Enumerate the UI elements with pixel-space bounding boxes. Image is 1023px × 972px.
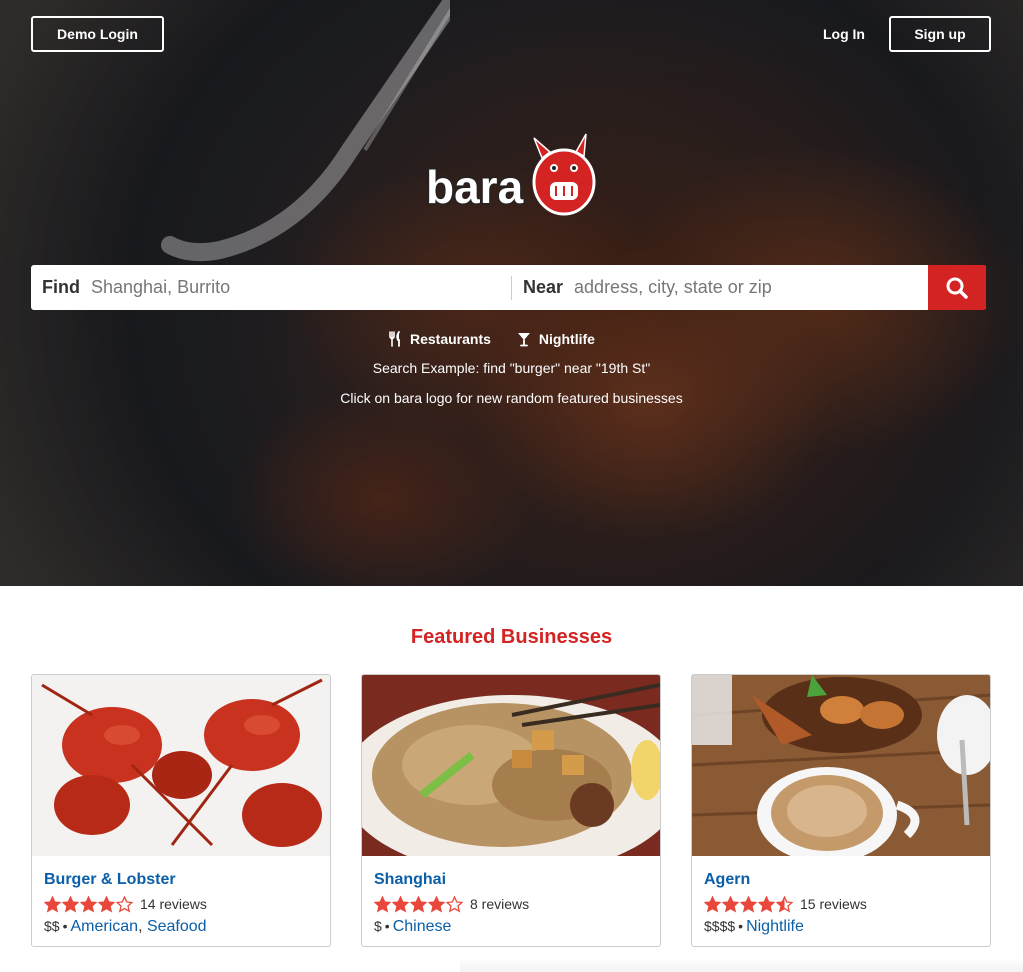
near-input[interactable]: [574, 277, 905, 298]
star-rating: [704, 895, 793, 913]
star-icon: [704, 895, 721, 912]
price-level: $$$$: [704, 918, 736, 934]
star-icon: [428, 895, 445, 912]
log-in-link[interactable]: Log In: [812, 16, 876, 52]
hero-banner: Demo Login Log In Sign up bara Find Near: [0, 0, 1023, 586]
star-icon: [116, 895, 133, 912]
star-icon: [80, 895, 97, 912]
category-link[interactable]: Nightlife: [746, 918, 804, 935]
featured-title: Featured Businesses: [410, 626, 613, 648]
search-bar: Find Near: [31, 265, 986, 310]
cow-mascot-icon: [532, 133, 596, 216]
category-link[interactable]: Chinese: [393, 918, 452, 935]
price-level: $$: [44, 918, 60, 934]
business-card[interactable]: Shanghai 8 reviews $ • Chinese: [361, 674, 661, 947]
star-icon: [44, 895, 61, 912]
star-rating: [374, 895, 463, 913]
business-meta: $$$$ • Nightlife: [704, 918, 804, 935]
search-button[interactable]: [928, 265, 986, 310]
search-example-hint: Search Example: find "burger" near "19th…: [372, 360, 651, 376]
review-count: 14 reviews: [140, 896, 207, 912]
search-icon: [946, 277, 968, 299]
demo-login-button[interactable]: Demo Login: [31, 16, 164, 52]
star-icon: [98, 895, 115, 912]
business-card[interactable]: Agern 15 reviews $$$$ • Nightlife: [691, 674, 991, 947]
business-card[interactable]: Burger & Lobster 14 reviews $$ • American,…: [31, 674, 331, 947]
rating-row: 8 reviews: [374, 894, 648, 914]
cocktail-icon: [517, 333, 530, 347]
category-nightlife[interactable]: Nightlife: [517, 328, 595, 350]
find-input[interactable]: [91, 277, 451, 298]
star-icon: [410, 895, 427, 912]
star-rating: [44, 895, 133, 913]
coffee-photo[interactable]: [692, 675, 990, 856]
star-icon: [758, 895, 775, 912]
logo-tip-hint: Click on bara logo for new random featur…: [340, 390, 683, 406]
category-links: Restaurants Nightlife: [388, 328, 648, 350]
category-label: Restaurants: [410, 331, 491, 347]
review-count: 15 reviews: [800, 896, 867, 912]
near-label: Near: [523, 277, 564, 297]
category-link[interactable]: Seafood: [147, 918, 207, 935]
find-segment: Find: [31, 265, 511, 310]
business-meta: $$ • American, Seafood: [44, 918, 207, 935]
business-name[interactable]: Agern: [704, 871, 978, 891]
star-icon: [392, 895, 409, 912]
find-label: Find: [42, 277, 80, 297]
lobster-photo[interactable]: [32, 675, 330, 856]
logo-text: bara: [426, 161, 524, 213]
star-icon: [740, 895, 757, 912]
business-meta: $ • Chinese: [374, 918, 452, 935]
price-level: $: [374, 918, 382, 934]
star-icon: [722, 895, 739, 912]
bara-logo[interactable]: bara: [424, 130, 600, 216]
business-name[interactable]: Shanghai: [374, 871, 648, 891]
rating-row: 14 reviews: [44, 894, 318, 914]
near-segment: Near: [512, 265, 928, 310]
noodles-photo[interactable]: [362, 675, 660, 856]
star-icon: [776, 895, 793, 912]
star-icon: [446, 895, 463, 912]
category-restaurants[interactable]: Restaurants: [388, 328, 491, 350]
star-icon: [374, 895, 391, 912]
rating-row: 15 reviews: [704, 894, 978, 914]
category-link[interactable]: American: [70, 918, 138, 935]
category-label: Nightlife: [538, 331, 595, 347]
fork-knife-icon: [389, 331, 400, 347]
star-icon: [62, 895, 79, 912]
sign-up-button[interactable]: Sign up: [889, 16, 991, 52]
business-name[interactable]: Burger & Lobster: [44, 871, 318, 891]
review-count: 8 reviews: [470, 896, 530, 912]
